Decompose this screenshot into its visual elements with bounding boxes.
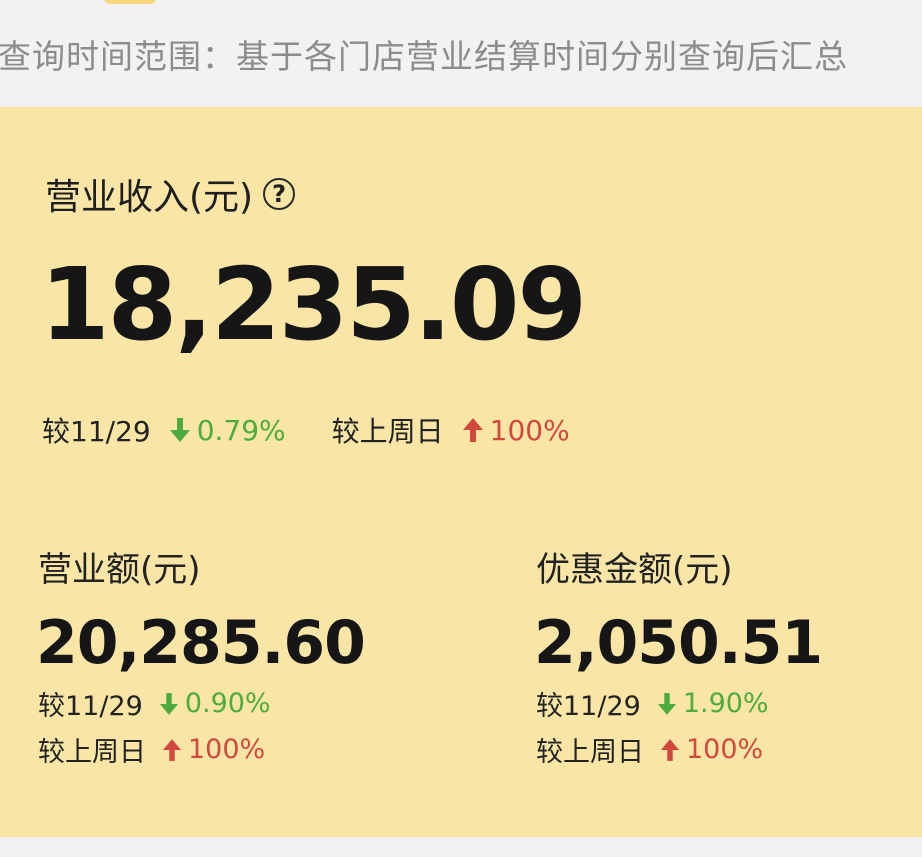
discount-vs-week-change: 100% (686, 734, 764, 765)
turnover-title: 营业额(元) (38, 550, 201, 590)
turnover-vs-week: 较上周日 100% (38, 730, 265, 769)
revenue-vs-date-change: 0.79% (196, 413, 286, 447)
revenue-comparison: 较11/29 0.79% 较上周日 100% (42, 410, 570, 450)
arrow-down-icon (657, 692, 676, 715)
discount-vs-week: 较上周日 100% (536, 730, 763, 769)
question-circle-icon[interactable]: ? (263, 178, 296, 210)
discount-title: 优惠金额(元) (536, 550, 733, 590)
revenue-title-row: 营业收入(元) ? (45, 168, 296, 220)
turnover-vs-date-label: 较11/29 (38, 691, 143, 722)
revenue-value: 18,235.09 (40, 246, 587, 363)
query-range-note: 查询时间范围：基于各门店营业结算时间分别查询后汇总 (0, 37, 848, 76)
turnover-value: 20,285.60 (36, 608, 366, 678)
discount-vs-date: 较11/29 1.90% (536, 684, 769, 723)
revenue-title: 营业收入(元) (45, 177, 254, 218)
discount-vs-week-label: 较上周日 (536, 737, 644, 768)
arrow-up-icon (162, 738, 182, 761)
top-tab-indicator (104, 0, 156, 4)
discount-vs-date-change: 1.90% (682, 688, 769, 719)
arrow-down-icon (159, 692, 178, 715)
turnover-vs-week-label: 较上周日 (38, 737, 146, 768)
turnover-vs-date: 较11/29 0.90% (38, 684, 271, 723)
turnover-vs-week-change: 100% (188, 734, 266, 765)
arrow-up-icon (462, 418, 483, 442)
revenue-vs-week-change: 100% (489, 413, 570, 447)
revenue-vs-date-label: 较11/29 (42, 415, 151, 448)
discount-value: 2,050.51 (534, 608, 823, 678)
discount-vs-date-label: 较11/29 (536, 691, 641, 722)
arrow-down-icon (169, 418, 190, 442)
revenue-vs-week-label: 较上周日 (331, 415, 444, 448)
turnover-vs-date-change: 0.90% (184, 688, 271, 719)
arrow-up-icon (660, 738, 680, 761)
